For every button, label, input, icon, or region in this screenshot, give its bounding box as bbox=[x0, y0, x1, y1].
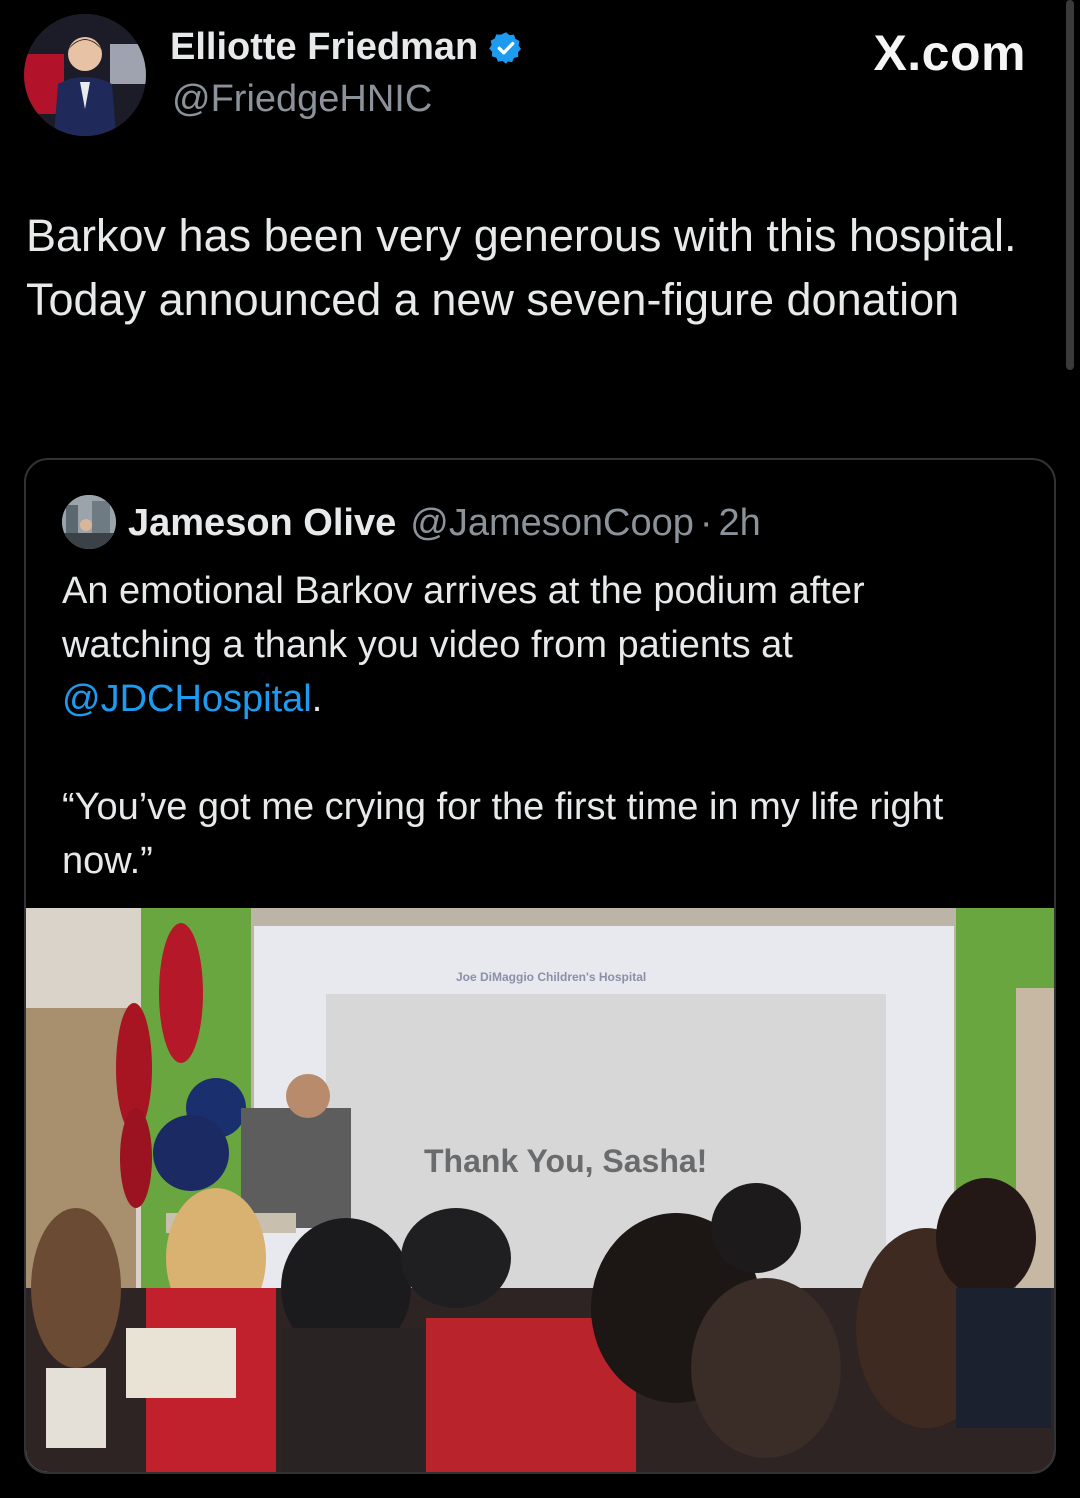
quoted-author-name[interactable]: Jameson Olive bbox=[128, 502, 396, 545]
author-handle[interactable]: @FriedgeHNIC bbox=[172, 78, 432, 121]
screen-hospital-logo: Joe DiMaggio Children's Hospital bbox=[456, 970, 647, 984]
author-avatar[interactable] bbox=[24, 14, 146, 136]
screen-message: Thank You, Sasha! bbox=[424, 1143, 708, 1179]
quoted-author-handle[interactable]: @JamesonCoop bbox=[410, 502, 694, 545]
mention-link[interactable]: @JDCHospital bbox=[62, 678, 312, 720]
quoted-author-avatar[interactable] bbox=[62, 495, 116, 549]
quoted-tweet-text: An emotional Barkov arrives at the podiu… bbox=[62, 564, 1022, 888]
tweet-text: Barkov has been very generous with this … bbox=[26, 210, 1017, 325]
separator-dot: · bbox=[699, 502, 713, 544]
scrollbar[interactable] bbox=[1066, 0, 1074, 370]
quoted-text-period: . bbox=[311, 678, 323, 720]
quoted-tweet-photo[interactable]: Joe DiMaggio Children's Hospital Thank Y… bbox=[26, 908, 1054, 1472]
quoted-statement: “You’ve got me crying for the first time… bbox=[62, 786, 944, 882]
verified-badge-icon bbox=[488, 30, 524, 66]
quoted-tweet-time[interactable]: 2h bbox=[719, 502, 761, 545]
quoted-text-line: An emotional Barkov arrives at the podiu… bbox=[62, 570, 865, 666]
quoted-tweet-card[interactable]: Jameson Olive @JamesonCoop · 2h An emoti… bbox=[24, 458, 1056, 1474]
quoted-tweet-header: Jameson Olive @JamesonCoop · 2h bbox=[128, 502, 761, 545]
author-name[interactable]: Elliotte Friedman bbox=[170, 26, 478, 69]
site-label: X.com bbox=[873, 25, 1026, 81]
author-name-row[interactable]: Elliotte Friedman bbox=[170, 26, 524, 69]
post-page: Elliotte Friedman @FriedgeHNIC X.com Bar… bbox=[0, 0, 1080, 1498]
